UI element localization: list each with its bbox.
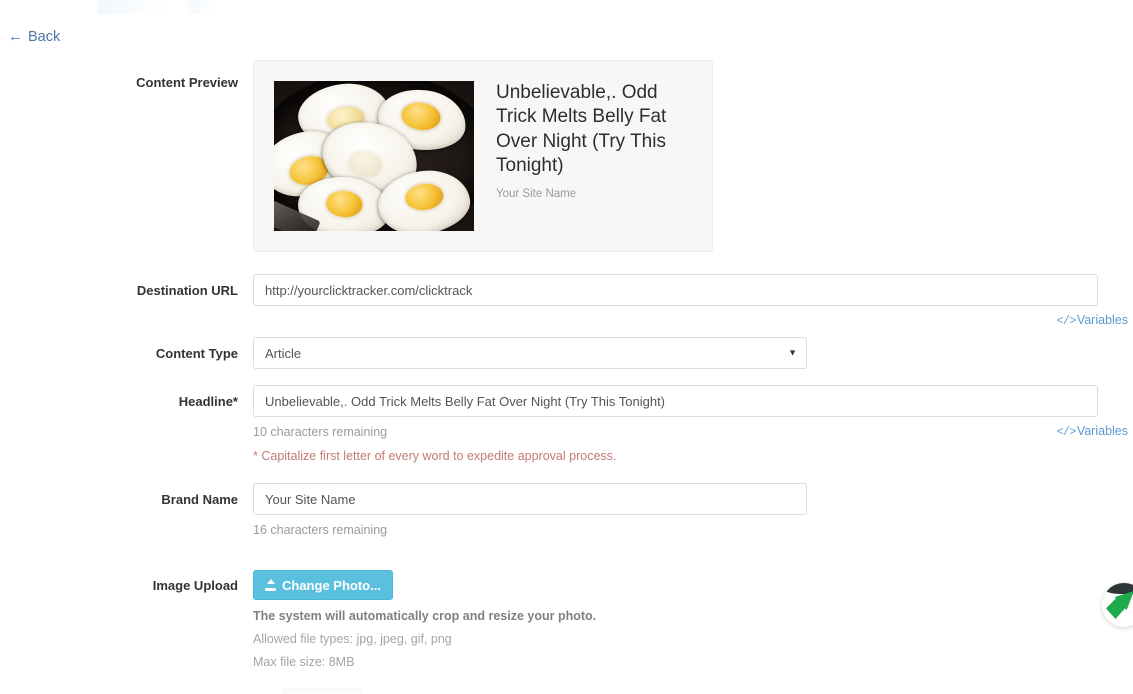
upload-note-file-types: Allowed file types: jpg, jpeg, gif, png	[253, 632, 452, 646]
label-content-preview: Content Preview	[136, 75, 238, 90]
back-link[interactable]: ← Back	[8, 27, 61, 46]
variables-label: Variables	[1076, 424, 1128, 438]
label-content-type: Content Type	[155, 346, 238, 361]
help-widget-top	[1104, 583, 1133, 594]
code-icon: </>	[1056, 426, 1077, 439]
field-brand-name: 16 characters remaining	[253, 483, 1133, 537]
row-headline: Headline* 10 characters remaining </>Var…	[0, 385, 1133, 463]
brand-name-characters-remaining: 16 characters remaining	[253, 523, 388, 537]
field-content-type: Article ▼	[253, 337, 1133, 369]
help-widget-leaf	[1106, 591, 1133, 619]
label-image-upload: Image Upload	[152, 578, 238, 593]
field-content-preview: Unbelievable,. Odd Trick Melts Belly Fat…	[253, 60, 1133, 252]
content-form: Content Preview Unbelievable,. Odd Trick…	[0, 60, 1133, 669]
arrow-left-icon: ←	[8, 27, 23, 45]
back-link-label: Back	[28, 29, 61, 45]
label-brand-name: Brand Name	[161, 492, 238, 507]
content-preview-brand: Your Site Name	[496, 188, 577, 201]
content-preview-card: Unbelievable,. Odd Trick Melts Belly Fat…	[253, 60, 713, 252]
bottom-cutoff-button[interactable]	[283, 688, 361, 694]
headline-variables-link[interactable]: </>Variables	[1057, 424, 1128, 439]
content-preview-text: Unbelievable,. Odd Trick Melts Belly Fat…	[496, 81, 692, 231]
row-content-preview: Content Preview Unbelievable,. Odd Trick…	[0, 60, 1133, 252]
row-image-upload: Image Upload Change Photo... The system …	[0, 570, 1133, 669]
content-preview-thumbnail	[274, 81, 474, 231]
headline-characters-remaining: 10 characters remaining	[253, 425, 388, 439]
change-photo-button[interactable]: Change Photo...	[253, 570, 393, 600]
headline-capitalize-warning: * Capitalize first letter of every word …	[253, 449, 617, 463]
field-headline: 10 characters remaining </>Variables * C…	[253, 385, 1133, 463]
field-destination-url: </>Variables	[253, 274, 1133, 328]
upload-note-max-size: Max file size: 8MB	[253, 655, 355, 669]
upload-icon	[265, 579, 276, 591]
upload-note-crop: The system will automatically crop and r…	[253, 609, 597, 623]
variables-label: Variables	[1076, 313, 1128, 327]
content-preview-title: Unbelievable,. Odd Trick Melts Belly Fat…	[496, 82, 667, 176]
row-brand-name: Brand Name 16 characters remaining	[0, 483, 1133, 537]
destination-url-variables-link[interactable]: </>Variables	[1057, 313, 1128, 328]
page-top-artifact	[0, 0, 1133, 14]
label-destination-url: Destination URL	[136, 283, 238, 298]
label-headline: Headline*	[178, 394, 238, 409]
destination-url-input[interactable]	[253, 274, 1098, 306]
change-photo-label: Change Photo...	[282, 577, 381, 593]
row-destination-url: Destination URL </>Variables	[0, 274, 1133, 328]
code-icon: </>	[1056, 315, 1077, 328]
headline-input[interactable]	[253, 385, 1098, 417]
field-image-upload: Change Photo... The system will automati…	[253, 570, 1133, 669]
brand-name-input[interactable]	[253, 483, 807, 515]
row-content-type: Content Type Article ▼	[0, 337, 1133, 369]
content-type-select[interactable]: Article	[253, 337, 807, 369]
content-type-select-wrap[interactable]: Article ▼	[253, 337, 807, 369]
